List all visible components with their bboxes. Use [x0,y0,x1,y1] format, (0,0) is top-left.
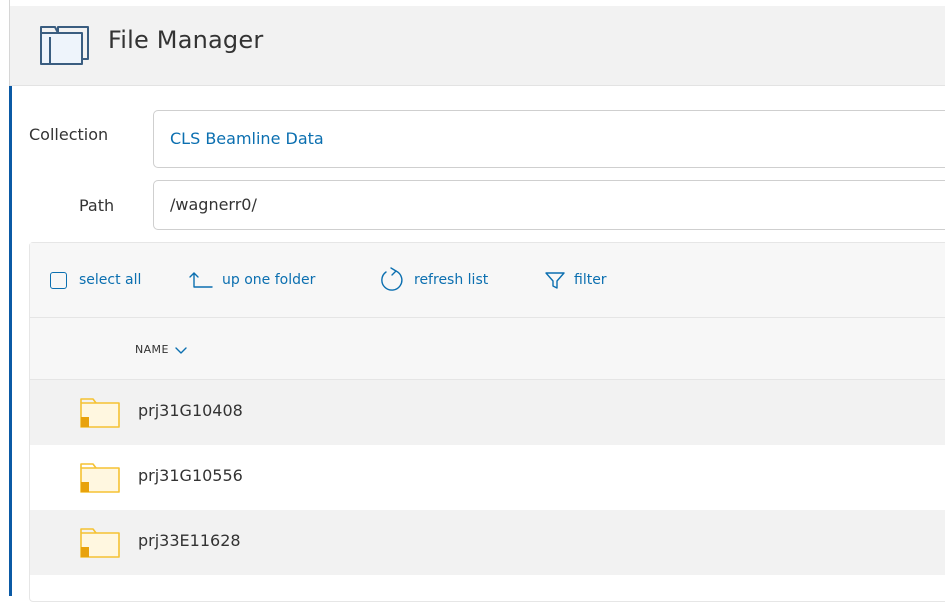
page-title: File Manager [108,26,264,54]
shared-folder-icon [80,528,120,558]
folder-icon [40,26,89,65]
refresh-icon [381,267,403,291]
page-header: File Manager [10,6,945,86]
checkbox-icon[interactable] [50,271,67,289]
up-one-folder-button[interactable]: up one folder [188,267,315,293]
refresh-list-button[interactable]: refresh list [378,267,488,293]
shared-folder-icon [80,398,120,428]
active-accent-bar [9,86,12,596]
table-row[interactable]: prj31G10408 [30,380,945,445]
filter-label: filter [574,272,607,288]
filter-icon [545,272,565,289]
collection-label: Collection [29,125,109,144]
refresh-list-label: refresh list [414,272,489,288]
chevron-down-icon [175,346,187,354]
file-name[interactable]: prj31G10556 [138,466,243,485]
select-all-label: select all [79,272,142,288]
select-all-button[interactable]: select all [50,267,141,293]
file-toolbar: select all up one folder refresh list fi… [30,243,945,318]
level-up-icon [189,272,213,288]
name-column-header[interactable]: NAME [135,343,188,356]
file-list-panel: select all up one folder refresh list fi… [29,242,945,602]
column-header-row: NAME [30,318,945,380]
shared-folder-icon [80,463,120,493]
collection-select[interactable]: CLS Beamline Data [153,110,945,168]
path-value: /wagnerr0/ [170,195,257,214]
up-one-folder-label: up one folder [222,272,316,288]
table-row[interactable]: prj31G10556 [30,445,945,510]
file-name[interactable]: prj31G10408 [138,401,243,420]
path-input[interactable]: /wagnerr0/ [153,180,945,230]
table-row[interactable]: prj33E11628 [30,510,945,575]
file-name[interactable]: prj33E11628 [138,531,241,550]
collection-value: CLS Beamline Data [170,129,324,148]
path-label: Path [79,196,115,215]
filter-button[interactable]: filter [544,267,607,293]
name-column-label: NAME [135,343,169,356]
